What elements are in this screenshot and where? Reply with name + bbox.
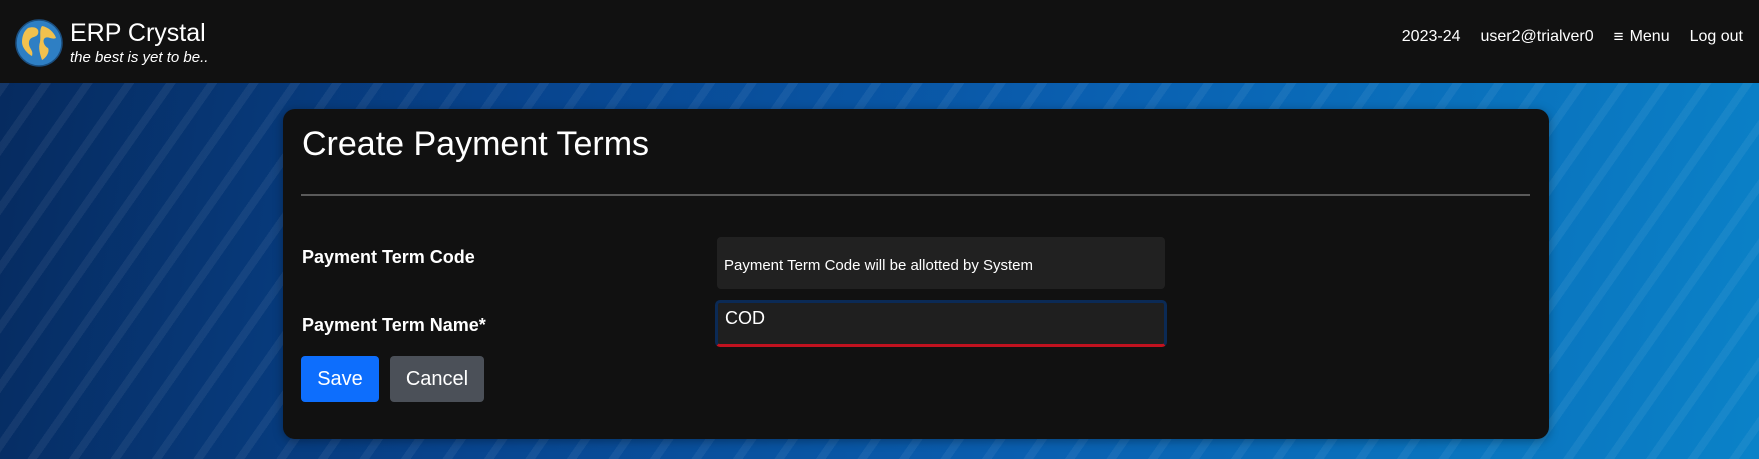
cancel-button[interactable]: Cancel bbox=[390, 356, 484, 402]
menu-button[interactable]: ≡ Menu bbox=[1614, 27, 1670, 47]
payment-term-code-field: Payment Term Code will be allotted by Sy… bbox=[717, 237, 1165, 289]
page-title: Create Payment Terms bbox=[302, 125, 650, 163]
top-navbar: ERP Crystal the best is yet to be.. 2023… bbox=[0, 0, 1759, 83]
user-account[interactable]: user2@trialver0 bbox=[1480, 28, 1593, 46]
logout-link[interactable]: Log out bbox=[1690, 28, 1743, 46]
save-button[interactable]: Save bbox=[301, 356, 379, 402]
title-divider bbox=[301, 194, 1530, 196]
hamburger-icon: ≡ bbox=[1613, 27, 1624, 46]
payment-terms-card: Create Payment Terms Payment Term Code P… bbox=[283, 109, 1549, 439]
brand-title: ERP Crystal bbox=[70, 19, 206, 47]
menu-label: Menu bbox=[1629, 28, 1670, 45]
navbar-right: 2023-24 user2@trialver0 ≡ Menu Log out bbox=[1402, 27, 1743, 47]
globe-icon bbox=[15, 19, 63, 67]
payment-term-code-label: Payment Term Code bbox=[302, 247, 475, 267]
fiscal-year[interactable]: 2023-24 bbox=[1402, 28, 1461, 46]
payment-term-name-label: Payment Term Name* bbox=[302, 315, 486, 335]
payment-term-name-input[interactable] bbox=[715, 300, 1167, 347]
brand-tagline: the best is yet to be.. bbox=[70, 49, 209, 66]
